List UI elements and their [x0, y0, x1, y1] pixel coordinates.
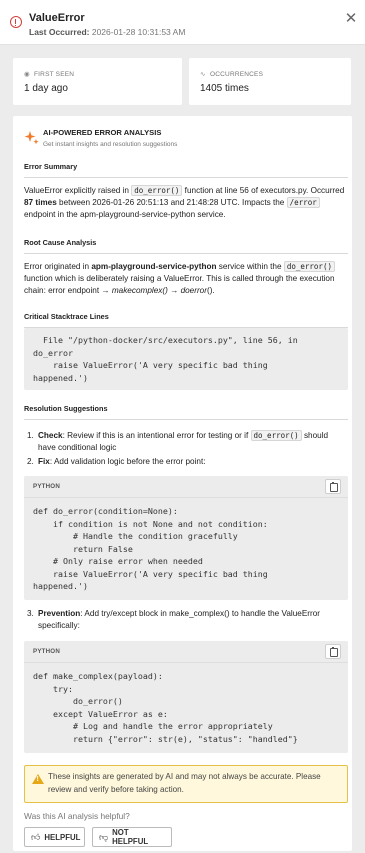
root-fn-1: makecomplex() — [111, 285, 168, 295]
stacktrace-heading: Critical Stacktrace Lines — [24, 312, 348, 328]
code-block-header: PYTHON — [24, 641, 348, 663]
summary-text-1: ValueError explicitly raised in — [24, 186, 132, 195]
resolution-step-2: 2. Fix: Add validation logic before the e… — [27, 456, 348, 468]
occurrences-heading: ∿ OCCURRENCES — [200, 70, 263, 78]
warning-icon — [32, 774, 44, 784]
thumbs-up-icon: 👍︎ — [31, 831, 41, 842]
helpful-button-label: HELPFUL — [44, 832, 81, 842]
step-text: : Add try/except block in make_complex()… — [38, 609, 321, 630]
code-block-header: PYTHON — [24, 476, 348, 498]
root-service: apm-playground-service-python — [91, 262, 217, 271]
not-helpful-button-label: NOT HELPFUL — [112, 828, 149, 846]
step-title: Check — [38, 431, 63, 440]
root-fn-2: doerror — [180, 285, 207, 295]
step-text: : Review if this is an intentional error… — [62, 431, 251, 440]
error-circle-icon — [10, 16, 22, 28]
ai-analysis-subtitle: Get instant insights and resolution sugg… — [43, 141, 178, 148]
not-helpful-button[interactable]: 👎︎ NOT HELPFUL — [92, 827, 172, 847]
summary-text-2: function at line 56 of executors.py. Occ… — [182, 186, 345, 195]
error-summary-text: ValueError explicitly raised in do_error… — [24, 185, 350, 220]
code-block-content: def do_error(condition=None): if conditi… — [33, 506, 268, 591]
last-occurred-value: 2026-01-28 10:31:53 AM — [91, 27, 186, 37]
eye-icon: ◉ — [24, 71, 30, 78]
panel-header: ValueError Last Occurred: 2026-01-28 10:… — [0, 0, 365, 45]
feedback-question: Was this AI analysis helpful? — [24, 811, 130, 821]
code-block-content: def make_complex(payload): try: do_error… — [33, 671, 298, 744]
occurrences-value: 1405 times — [200, 83, 249, 94]
last-occurred: Last Occurred: 2026-01-28 10:31:53 AM — [29, 27, 185, 37]
helpful-button[interactable]: 👍︎ HELPFUL — [24, 827, 85, 847]
root-text-2: service within the — [216, 262, 284, 271]
root-cause-heading: Root Cause Analysis — [24, 238, 348, 254]
step-code: do_error() — [250, 430, 302, 441]
summary-count: 87 times — [24, 197, 57, 207]
first-seen-heading: ◉ FIRST SEEN — [24, 70, 74, 78]
code-block-prevention: PYTHON def make_complex(payload): try: d… — [24, 641, 348, 753]
step-title: Prevention — [38, 609, 81, 618]
copy-icon[interactable] — [325, 644, 341, 659]
code-block-fix: PYTHON def do_error(condition=None): if … — [24, 476, 348, 600]
occurrences-card: ∿ OCCURRENCES 1405 times — [189, 58, 351, 105]
code-language-label: PYTHON — [33, 648, 60, 655]
resolution-step-3: 3. Prevention: Add try/except block in ma… — [27, 608, 348, 631]
ai-disclaimer-text: These insights are generated by AI and m… — [48, 772, 321, 794]
first-seen-card: ◉ FIRST SEEN 1 day ago — [13, 58, 182, 105]
error-detail-panel: ValueError Last Occurred: 2026-01-28 10:… — [0, 0, 365, 853]
step-title: Fix — [38, 457, 50, 466]
step-number: 2. — [27, 457, 34, 466]
step-number: 1. — [27, 431, 34, 440]
close-icon[interactable]: ✕ — [344, 11, 358, 26]
copy-icon[interactable] — [325, 479, 341, 494]
ai-disclaimer: These insights are generated by AI and m… — [24, 765, 348, 803]
occurrences-label: OCCURRENCES — [210, 71, 264, 78]
summary-text-4: endpoint in the apm-playground-service-p… — [24, 209, 226, 219]
first-seen-value: 1 day ago — [24, 83, 68, 94]
resolution-heading: Resolution Suggestions — [24, 404, 348, 420]
root-code-do-error: do_error() — [283, 261, 335, 272]
error-title: ValueError — [29, 12, 85, 24]
resolution-step-1: 1. Check: Review if this is an intentiona… — [27, 430, 348, 453]
root-text-4: → — [167, 285, 181, 295]
first-seen-label: FIRST SEEN — [34, 71, 75, 78]
sparkle-icon — [24, 131, 39, 145]
thumbs-down-icon: 👎︎ — [99, 831, 109, 842]
root-cause-text: Error originated in apm-playground-servi… — [24, 261, 350, 296]
step-number: 3. — [27, 609, 34, 618]
step-text: : Add validation logic before the error … — [49, 457, 206, 466]
summary-code-endpoint: /error — [286, 196, 320, 208]
ai-analysis-title: AI-POWERED ERROR ANALYSIS — [43, 128, 162, 137]
ai-analysis-card: AI-POWERED ERROR ANALYSIS Get instant in… — [13, 116, 352, 851]
error-summary-heading: Error Summary — [24, 162, 348, 178]
activity-icon: ∿ — [200, 71, 206, 78]
stacktrace-block: File "/python-docker/src/executors.py", … — [24, 328, 348, 390]
summary-code-do-error: do_error() — [131, 185, 183, 196]
code-language-label: PYTHON — [33, 483, 60, 490]
summary-text-3: between 2026-01-26 20:51:13 and 21:48:28… — [56, 197, 287, 207]
root-text-5: (). — [206, 285, 215, 295]
root-text-1: Error originated in — [24, 262, 92, 271]
last-occurred-label: Last Occurred: — [29, 27, 90, 37]
